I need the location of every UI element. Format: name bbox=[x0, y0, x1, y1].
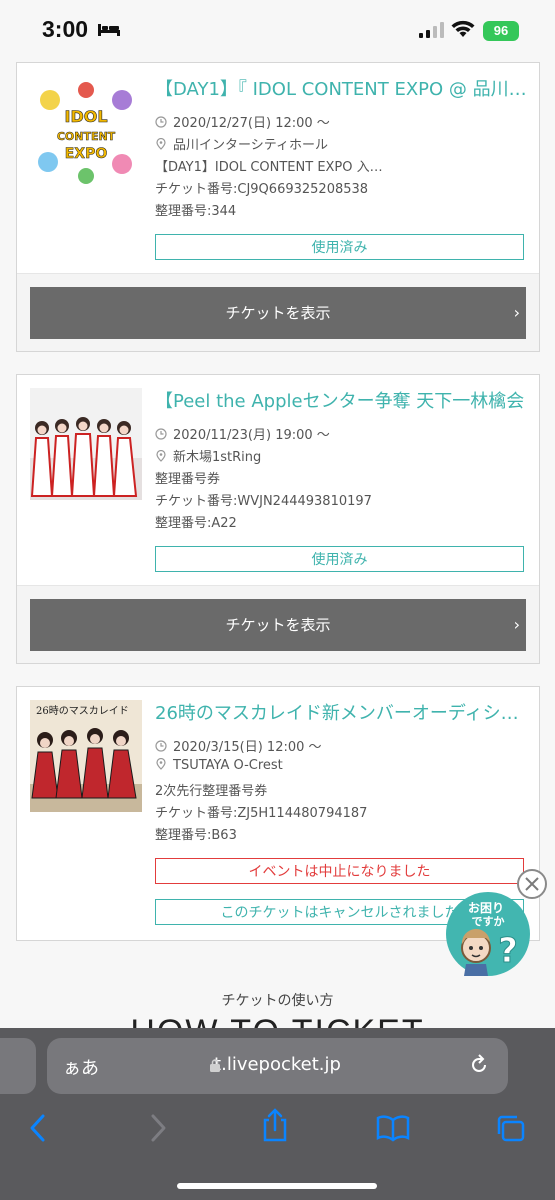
serial-number: 整理番号:344 bbox=[155, 204, 237, 219]
forward-icon[interactable] bbox=[146, 1112, 170, 1144]
location-pin-icon bbox=[156, 758, 166, 770]
svg-text:EXPO: EXPO bbox=[65, 146, 108, 162]
status-bar: 3:00 96 bbox=[0, 0, 555, 62]
serial-number: 整理番号:B63 bbox=[155, 828, 237, 843]
howto-title: HOW TO TICKET bbox=[0, 1013, 555, 1029]
clock-icon bbox=[155, 740, 167, 752]
wifi-icon bbox=[451, 20, 475, 37]
ticket-card: IDOL CONTENT EXPO 【DAY1】『 IDOL CONTENT E… bbox=[16, 62, 540, 352]
url-text: t.livepocket.jp bbox=[47, 1054, 508, 1075]
sleep-bed-icon bbox=[98, 24, 120, 36]
event-thumbnail-image: IDOL CONTENT EXPO bbox=[30, 76, 142, 188]
lock-icon bbox=[210, 1059, 220, 1072]
ticket-type: 2次先行整理番号券 bbox=[155, 784, 268, 799]
show-ticket-button[interactable]: チケットを表示 › bbox=[30, 599, 526, 651]
help-chat-button[interactable]: お困り ですか ? bbox=[446, 892, 530, 976]
browser-bottom-bar: ぁあ t.livepocket.jp bbox=[0, 1028, 555, 1200]
location-pin-icon bbox=[156, 138, 166, 150]
event-thumbnail-image bbox=[30, 388, 142, 500]
svg-text:CONTENT: CONTENT bbox=[57, 130, 116, 143]
svg-text:?: ? bbox=[498, 931, 518, 971]
cellular-signal-icon bbox=[419, 22, 444, 38]
event-title[interactable]: 【DAY1】『 IDOL CONTENT EXPO @ 品川インターシティホール… bbox=[155, 75, 527, 101]
event-title[interactable]: 26時のマスカレイド新メンバーオーディション bbox=[155, 699, 527, 725]
used-status-badge: 使用済み bbox=[155, 234, 524, 260]
ticket-type: 【DAY1】IDOL CONTENT EXPO 入場券 bbox=[155, 160, 385, 175]
location-pin-icon bbox=[156, 450, 166, 462]
help-character-icon: お困り ですか ? bbox=[461, 901, 518, 976]
home-indicator bbox=[177, 1183, 377, 1189]
ticket-number: チケット番号:CJ9Q669325208538 bbox=[155, 182, 369, 197]
clock-icon bbox=[155, 116, 167, 128]
tabs-icon[interactable] bbox=[495, 1114, 527, 1144]
reload-icon[interactable] bbox=[468, 1054, 490, 1076]
event-title[interactable]: 【Peel the Appleセンター争奪 天下一林檎会 bbox=[155, 387, 527, 413]
show-ticket-label: チケットを表示 bbox=[225, 304, 331, 322]
event-venue: TSUTAYA O-Crest bbox=[173, 758, 283, 773]
event-thumbnail-image: 26時のマスカレイド bbox=[30, 700, 142, 812]
serial-number: 整理番号:A22 bbox=[155, 516, 237, 531]
close-help-button[interactable] bbox=[517, 869, 547, 899]
share-icon[interactable] bbox=[261, 1108, 289, 1142]
url-label: t.livepocket.jp bbox=[214, 1054, 341, 1075]
event-cancelled-notice: イベントは中止になりました bbox=[155, 858, 524, 884]
browser-toolbar bbox=[0, 1108, 555, 1152]
battery-indicator: 96 bbox=[483, 21, 519, 41]
show-ticket-button[interactable]: チケットを表示 › bbox=[30, 287, 526, 339]
event-datetime: 2020/11/23(月) 19:00 ～ bbox=[173, 428, 330, 443]
event-venue: 新木場1stRing bbox=[173, 450, 262, 465]
chevron-right-icon: › bbox=[513, 615, 520, 634]
back-icon[interactable] bbox=[26, 1112, 50, 1144]
svg-text:26時のマスカレイド: 26時のマスカレイド bbox=[36, 705, 129, 717]
address-bar[interactable]: ぁあ t.livepocket.jp bbox=[47, 1038, 508, 1094]
event-datetime: 2020/12/27(日) 12:00 ～ bbox=[173, 116, 330, 131]
clock-icon bbox=[155, 428, 167, 440]
bookmarks-icon[interactable] bbox=[376, 1114, 410, 1142]
status-time: 3:00 bbox=[42, 16, 89, 42]
ticket-card: 【Peel the Appleセンター争奪 天下一林檎会 2020/11/23(… bbox=[16, 374, 540, 664]
used-status-badge: 使用済み bbox=[155, 546, 524, 572]
show-ticket-label: チケットを表示 bbox=[225, 616, 331, 634]
help-label-line1: お困り bbox=[468, 901, 504, 915]
svg-text:IDOL: IDOL bbox=[64, 107, 107, 126]
ticket-type: 整理番号券 bbox=[155, 472, 221, 487]
howto-subtitle: チケットの使い方 bbox=[221, 993, 334, 1009]
chevron-right-icon: › bbox=[513, 303, 520, 322]
previous-tab-preview[interactable] bbox=[0, 1038, 36, 1094]
event-venue: 品川インターシティホール bbox=[173, 138, 328, 153]
ticket-number: チケット番号:ZJ5H114480794187 bbox=[155, 806, 368, 821]
close-icon bbox=[525, 877, 539, 891]
ticket-number: チケット番号:WVJN244493810197 bbox=[155, 494, 372, 509]
event-datetime: 2020/3/15(日) 12:00 ～ bbox=[173, 740, 322, 755]
help-label-line2: ですか bbox=[472, 915, 505, 928]
